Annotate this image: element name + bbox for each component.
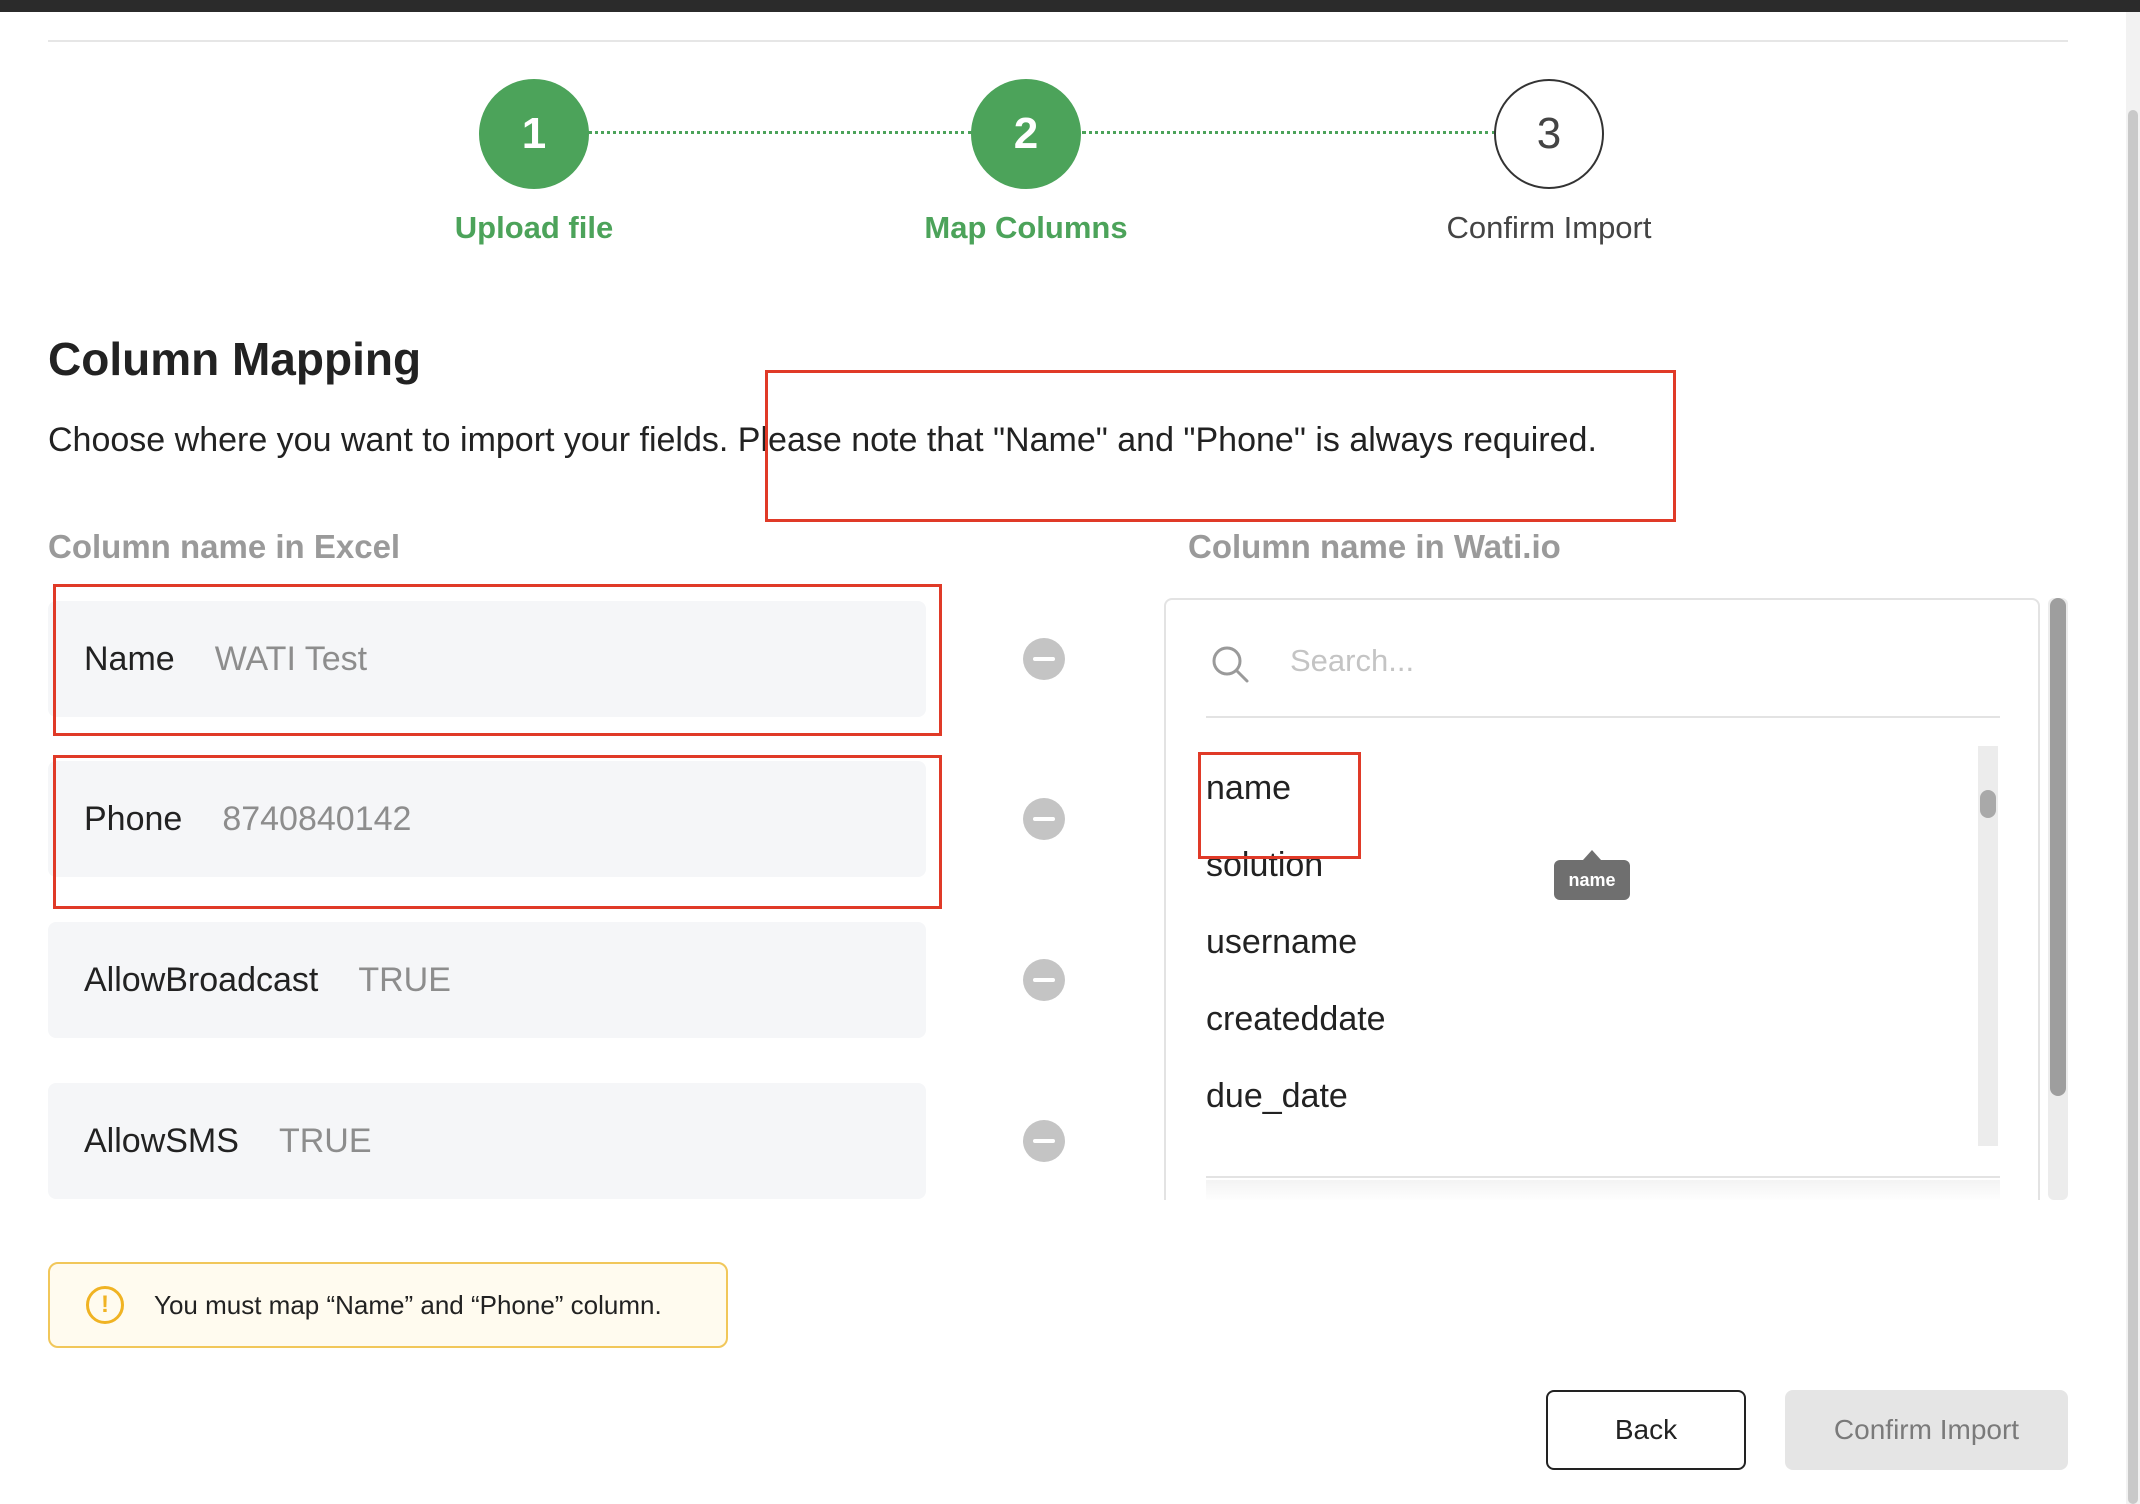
warning-icon: !: [86, 1286, 124, 1324]
step-2-label: Map Columns: [924, 210, 1128, 245]
search-icon: [1212, 646, 1249, 683]
excel-column-name: AllowBroadcast: [84, 960, 319, 999]
stepper-connector-2-3: [1082, 131, 1496, 134]
search-bar: [1206, 600, 2000, 718]
warning-text: You must map “Name” and “Phone” column.: [154, 1289, 662, 1320]
excel-column-header: Column name in Excel: [48, 528, 401, 565]
step-3-label: Confirm Import: [1446, 210, 1652, 245]
field-option-username[interactable]: username: [1206, 904, 1946, 981]
annotation-box-name-row: [53, 584, 942, 736]
back-button[interactable]: Back: [1546, 1390, 1746, 1470]
annotation-box-phone-row: [53, 755, 942, 909]
remove-allowsms-mapping-button[interactable]: [1023, 1120, 1065, 1162]
header-divider: [48, 40, 2068, 42]
tooltip-arrow: [1583, 850, 1601, 860]
excel-row-allowsms[interactable]: AllowSMS TRUE: [48, 1083, 926, 1199]
step-1-circle: 1: [479, 79, 589, 189]
description-text: Choose where you want to import your fie…: [48, 421, 729, 459]
search-input[interactable]: [1290, 636, 1970, 686]
excel-column-name: AllowSMS: [84, 1121, 239, 1160]
step-1-label: Upload file: [454, 210, 614, 245]
excel-row-allowbroadcast[interactable]: AllowBroadcast TRUE: [48, 922, 926, 1038]
warning-banner: ! You must map “Name” and “Phone” column…: [48, 1262, 728, 1348]
minus-circle-icon: [1033, 978, 1055, 982]
confirm-import-button[interactable]: Confirm Import: [1785, 1390, 2068, 1470]
stepper-connector-1-2: [588, 131, 972, 134]
excel-sample-value: TRUE: [278, 1121, 372, 1160]
step-3-circle: 3: [1494, 79, 1604, 189]
minus-circle-icon: [1033, 817, 1055, 821]
panel-fade: [1206, 1180, 2000, 1200]
remove-phone-mapping-button[interactable]: [1023, 798, 1065, 840]
minus-circle-icon: [1033, 1139, 1055, 1143]
annotation-box-name-option: [1198, 752, 1361, 859]
step-2-circle: 2: [971, 79, 1081, 189]
field-option-createddate[interactable]: createddate: [1206, 981, 1946, 1058]
minus-circle-icon: [1033, 657, 1055, 661]
page-scrollbar-thumb[interactable]: [2128, 110, 2138, 1504]
remove-name-mapping-button[interactable]: [1023, 638, 1065, 680]
window-top-bar: [0, 0, 2140, 12]
annotation-box-required-note: [765, 370, 1676, 522]
panel-scrollbar-thumb[interactable]: [2050, 598, 2066, 1096]
option-tooltip: name: [1554, 860, 1630, 900]
remove-allowbroadcast-mapping-button[interactable]: [1023, 959, 1065, 1001]
excel-sample-value: TRUE: [358, 960, 451, 999]
page-title: Column Mapping: [48, 333, 422, 385]
panel-divider: [1206, 1176, 2000, 1178]
wati-column-header: Column name in Wati.io: [1188, 528, 1561, 565]
field-option-due-date[interactable]: due_date: [1206, 1058, 1946, 1135]
option-list-scrollbar-thumb[interactable]: [1980, 790, 1996, 818]
